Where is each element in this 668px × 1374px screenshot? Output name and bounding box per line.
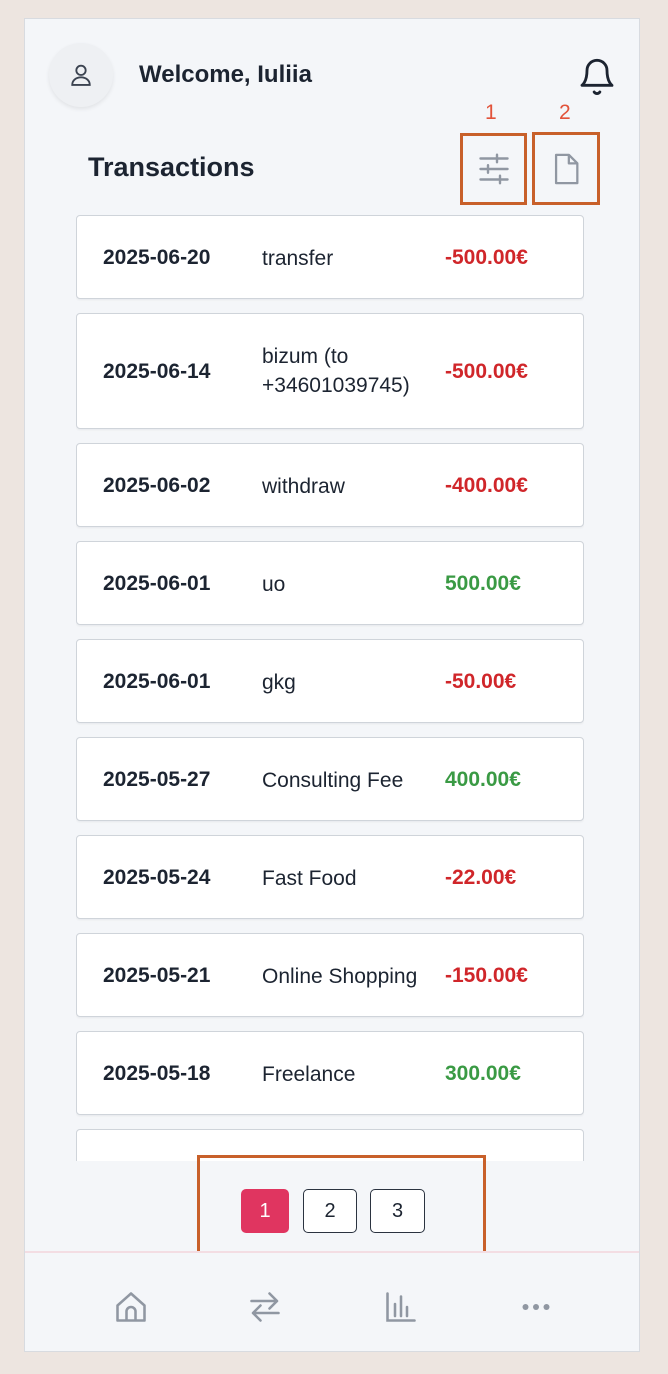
annotation-box-2 (532, 132, 600, 205)
transaction-description: Online Shopping (262, 965, 418, 988)
transaction-row[interactable]: 2025-05-24 Fast Food -22.00€ (76, 835, 584, 919)
transaction-row[interactable]: 2025-05-21 Online Shopping -150.00€ (76, 933, 584, 1017)
transaction-description: Consulting Fee (262, 769, 404, 792)
transaction-date: 2025-06-20 (103, 246, 211, 269)
transaction-row[interactable]: 2025-05-27 Consulting Fee 400.00€ (76, 737, 584, 821)
transaction-row[interactable]: 2025-06-20 transfer -500.00€ (76, 215, 584, 299)
transaction-amount: 400.00€ (445, 768, 521, 791)
transaction-date: 2025-05-21 (103, 964, 211, 987)
transaction-amount: -150.00€ (445, 964, 528, 987)
transaction-description: uo (262, 573, 286, 596)
home-icon (116, 1292, 146, 1322)
page-title: Transactions (88, 152, 255, 182)
annotation-label-2: 2 (559, 101, 571, 124)
avatar[interactable] (49, 43, 113, 107)
transaction-amount: -22.00€ (445, 866, 517, 889)
transaction-date: 2025-06-14 (103, 360, 211, 383)
transaction-date: 2025-06-02 (103, 474, 211, 497)
header: Welcome, Iuliia (25, 19, 639, 131)
bar-chart-icon (386, 1292, 416, 1322)
transaction-row[interactable]: 2025-06-01 uo 500.00€ (76, 541, 584, 625)
annotation-label-1: 1 (485, 101, 497, 124)
nav-more[interactable] (516, 1287, 556, 1327)
transaction-amount: 300.00€ (445, 1062, 521, 1085)
transaction-date: 2025-05-27 (103, 768, 211, 791)
transaction-row[interactable]: 2025-06-14 bizum (to +34601039745) -500.… (76, 313, 584, 429)
annotation-box-1 (460, 133, 527, 205)
user-icon (71, 64, 91, 86)
transaction-row[interactable]: 2025-06-01 gkg -50.00€ (76, 639, 584, 723)
transaction-description: withdraw (262, 475, 345, 498)
transaction-description: Fast Food (262, 867, 357, 890)
transfer-arrows-icon (250, 1292, 280, 1322)
transaction-amount: 500.00€ (445, 572, 521, 595)
nav-home[interactable] (111, 1287, 151, 1327)
transaction-date: 2025-05-24 (103, 866, 211, 889)
transaction-description: transfer (262, 247, 334, 270)
transaction-amount: -50.00€ (445, 670, 517, 693)
transaction-date: 2025-05-18 (103, 1062, 211, 1085)
app-screen: Welcome, Iuliia Transactions 1 2 2025-06… (24, 18, 640, 1352)
transaction-description: Freelance (262, 1063, 356, 1086)
transaction-amount: -500.00€ (445, 360, 528, 383)
transaction-date: 2025-06-01 (103, 572, 211, 595)
more-dots-icon (522, 1304, 550, 1310)
transaction-list: 2025-06-20 transfer -500.00€ 2025-06-14 … (76, 215, 584, 1161)
transaction-row[interactable]: 2025-05-18 Freelance 300.00€ (76, 1031, 584, 1115)
bottom-nav (25, 1253, 639, 1351)
transaction-description: gkg (262, 671, 296, 694)
transaction-row[interactable]: 2025-06-02 withdraw -400.00€ (76, 443, 584, 527)
welcome-text: Welcome, Iuliia (139, 61, 312, 88)
nav-analytics[interactable] (381, 1287, 421, 1327)
transaction-amount: -500.00€ (445, 246, 528, 269)
transaction-amount: -400.00€ (445, 474, 528, 497)
transaction-description: bizum (to +34601039745) (262, 345, 410, 397)
bell-icon[interactable] (577, 57, 617, 97)
transaction-date: 2025-06-01 (103, 670, 211, 693)
nav-transfers[interactable] (245, 1287, 285, 1327)
